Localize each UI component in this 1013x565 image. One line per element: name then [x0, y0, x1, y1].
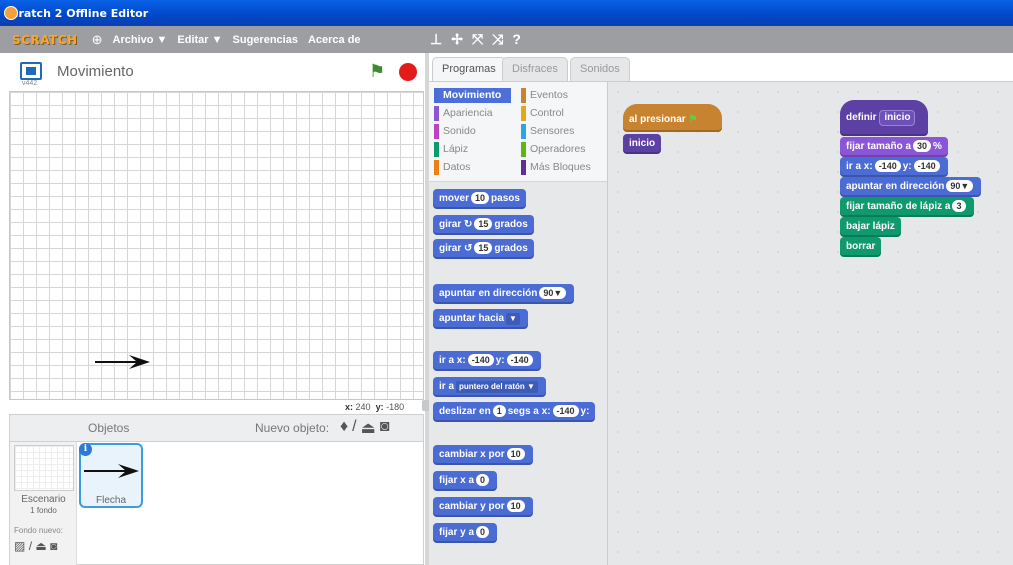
- title-bar: Scratch 2 Offline Editor: [0, 0, 1013, 26]
- category-sonido[interactable]: Sonido: [434, 124, 476, 139]
- menu-sugerencias[interactable]: Sugerencias: [233, 34, 298, 46]
- y-value: -180: [386, 402, 405, 412]
- menu-bar: SCRATCH ⊕ Archivo ▼ Editar ▼ Sugerencias…: [0, 26, 1013, 53]
- block-ir-a[interactable]: ir a puntero del ratón ▼: [433, 377, 546, 397]
- y-label: y:: [375, 402, 384, 412]
- tab-programas[interactable]: Programas: [432, 57, 506, 82]
- new-sprite-tools: ♦ / ⏏ ◙: [340, 418, 389, 438]
- green-flag-icon: ⚑: [688, 114, 698, 125]
- choose-backdrop-icon[interactable]: ▨: [14, 539, 25, 553]
- grow-icon[interactable]: ⤧: [472, 31, 483, 48]
- language-globe-icon[interactable]: ⊕: [92, 32, 103, 48]
- duplicate-stamp-icon[interactable]: ⊥: [430, 31, 442, 48]
- category-datos[interactable]: Datos: [434, 160, 470, 175]
- scratch-logo[interactable]: SCRATCH: [12, 33, 78, 47]
- category-eventos[interactable]: Eventos: [521, 88, 568, 103]
- window-title: Scratch 2 Offline Editor: [4, 6, 149, 20]
- stage-header: v442 Movimiento ⚑: [0, 53, 425, 89]
- stage-canvas[interactable]: [9, 91, 424, 400]
- menu-editar[interactable]: Editar ▼: [177, 34, 222, 46]
- camera-sprite-icon[interactable]: ◙: [380, 418, 390, 438]
- block-girar-izquierda[interactable]: girar ↺ 15 grados: [433, 239, 534, 259]
- project-title[interactable]: Movimiento: [57, 63, 134, 80]
- version-label: v442: [22, 80, 38, 87]
- new-sprite-label: Nuevo objeto:: [255, 421, 330, 435]
- block-fijar-y[interactable]: fijar y a0: [433, 523, 498, 543]
- block-fijar-x[interactable]: fijar x a0: [433, 471, 498, 491]
- define-name: inicio: [879, 110, 916, 126]
- delete-scissors-icon[interactable]: ✢: [451, 31, 463, 48]
- block-deslizar[interactable]: deslizar en 1 segs a x: -140 y:: [433, 402, 596, 422]
- block-ir-a-xy-script[interactable]: ir a x: -140 y: -140: [840, 157, 948, 177]
- block-borrar[interactable]: borrar: [840, 237, 882, 257]
- block-al-presionar-flag[interactable]: al presionar ⚑: [623, 104, 722, 132]
- arrow-thumbnail: [84, 464, 139, 478]
- block-bajar-lapiz[interactable]: bajar lápiz: [840, 217, 901, 237]
- sprites-header: Objetos Nuevo objeto: ♦ / ⏏ ◙: [10, 415, 423, 442]
- menu-archivo[interactable]: Archivo ▼: [113, 34, 168, 46]
- x-value: 240: [355, 402, 371, 412]
- sprite-tile-flecha[interactable]: i Flecha: [79, 443, 143, 508]
- category-selector: Movimiento Apariencia Sonido Lápiz Datos…: [429, 82, 607, 182]
- stage-label: Escenario: [21, 494, 66, 505]
- block-definir[interactable]: definir inicio: [840, 100, 928, 136]
- tab-bar: Programas Disfraces Sonidos: [429, 53, 1013, 82]
- block-apuntar-direccion-script[interactable]: apuntar en dirección 90▼: [840, 177, 982, 197]
- upload-backdrop-icon[interactable]: ⏏: [35, 539, 46, 553]
- new-backdrop-tools: ▨ / ⏏ ◙: [14, 539, 57, 553]
- sprites-title: Objetos: [88, 421, 130, 435]
- category-operadores[interactable]: Operadores: [521, 142, 585, 157]
- upload-sprite-icon[interactable]: ⏏: [361, 418, 376, 438]
- category-apariencia[interactable]: Apariencia: [434, 106, 493, 121]
- block-cambiar-x[interactable]: cambiar x por 10: [433, 445, 533, 465]
- x-label: x:: [345, 402, 354, 412]
- block-cambiar-y[interactable]: cambiar y por 10: [433, 497, 533, 517]
- block-mover[interactable]: mover 10 pasos: [433, 189, 526, 209]
- category-lapiz[interactable]: Lápiz: [434, 142, 468, 157]
- stage-backdrop-count: 1 fondo: [30, 506, 57, 515]
- cursor-tools: ⊥ ✢ ⤧ ⤨ ?: [430, 31, 521, 48]
- green-flag-icon[interactable]: ⚑: [369, 61, 385, 82]
- block-fijar-tamano-lapiz[interactable]: fijar tamaño de lápiz a3: [840, 197, 974, 217]
- category-movimiento[interactable]: Movimiento: [434, 88, 512, 103]
- stop-sign-icon[interactable]: [399, 63, 417, 81]
- block-call-inicio[interactable]: inicio: [623, 134, 662, 154]
- block-apuntar-direccion[interactable]: apuntar en dirección 90▼: [433, 284, 575, 304]
- tab-sonidos[interactable]: Sonidos: [570, 57, 630, 81]
- camera-backdrop-icon[interactable]: ◙: [50, 539, 57, 553]
- scripts-area[interactable]: al presionar ⚑ inicio definir inicio fij…: [607, 81, 1013, 565]
- category-sensores[interactable]: Sensores: [521, 124, 574, 139]
- tab-disfraces[interactable]: Disfraces: [502, 57, 568, 81]
- block-fijar-tamano[interactable]: fijar tamaño a 30%: [840, 137, 948, 157]
- block-palette: Movimiento Apariencia Sonido Lápiz Datos…: [429, 81, 607, 565]
- stage-thumbnail[interactable]: [14, 445, 74, 491]
- menu-acerca-de[interactable]: Acerca de: [308, 34, 361, 46]
- block-ir-a-xy[interactable]: ir a x: -140 y: -140: [433, 351, 541, 371]
- help-icon[interactable]: ?: [512, 31, 521, 48]
- shrink-icon[interactable]: ⤨: [492, 31, 503, 48]
- choose-sprite-icon[interactable]: ♦: [340, 418, 348, 438]
- fullscreen-icon[interactable]: [20, 62, 42, 80]
- paint-backdrop-icon[interactable]: /: [29, 539, 32, 553]
- paint-sprite-icon[interactable]: /: [352, 418, 356, 438]
- category-control[interactable]: Control: [521, 106, 564, 121]
- new-backdrop-label: Fondo nuevo:: [14, 526, 63, 535]
- stage-column[interactable]: Escenario 1 fondo Fondo nuevo: ▨ / ⏏ ◙: [10, 442, 77, 565]
- rotate-left-icon: ↺: [464, 243, 473, 254]
- mouse-coordinates: x: 240 y: -180: [345, 402, 404, 412]
- scratch-cat-icon: [4, 6, 18, 20]
- category-mas-bloques[interactable]: Más Bloques: [521, 160, 591, 175]
- info-icon[interactable]: i: [79, 443, 92, 456]
- block-apuntar-hacia[interactable]: apuntar hacia ▼: [433, 309, 528, 329]
- block-girar-derecha[interactable]: girar ↻ 15 grados: [433, 215, 534, 235]
- sprite-name: Flecha: [95, 495, 126, 506]
- rotate-right-icon: ↻: [464, 219, 473, 230]
- sprites-pane: Objetos Nuevo objeto: ♦ / ⏏ ◙ Escenario …: [9, 414, 424, 565]
- arrow-sprite[interactable]: [95, 354, 151, 370]
